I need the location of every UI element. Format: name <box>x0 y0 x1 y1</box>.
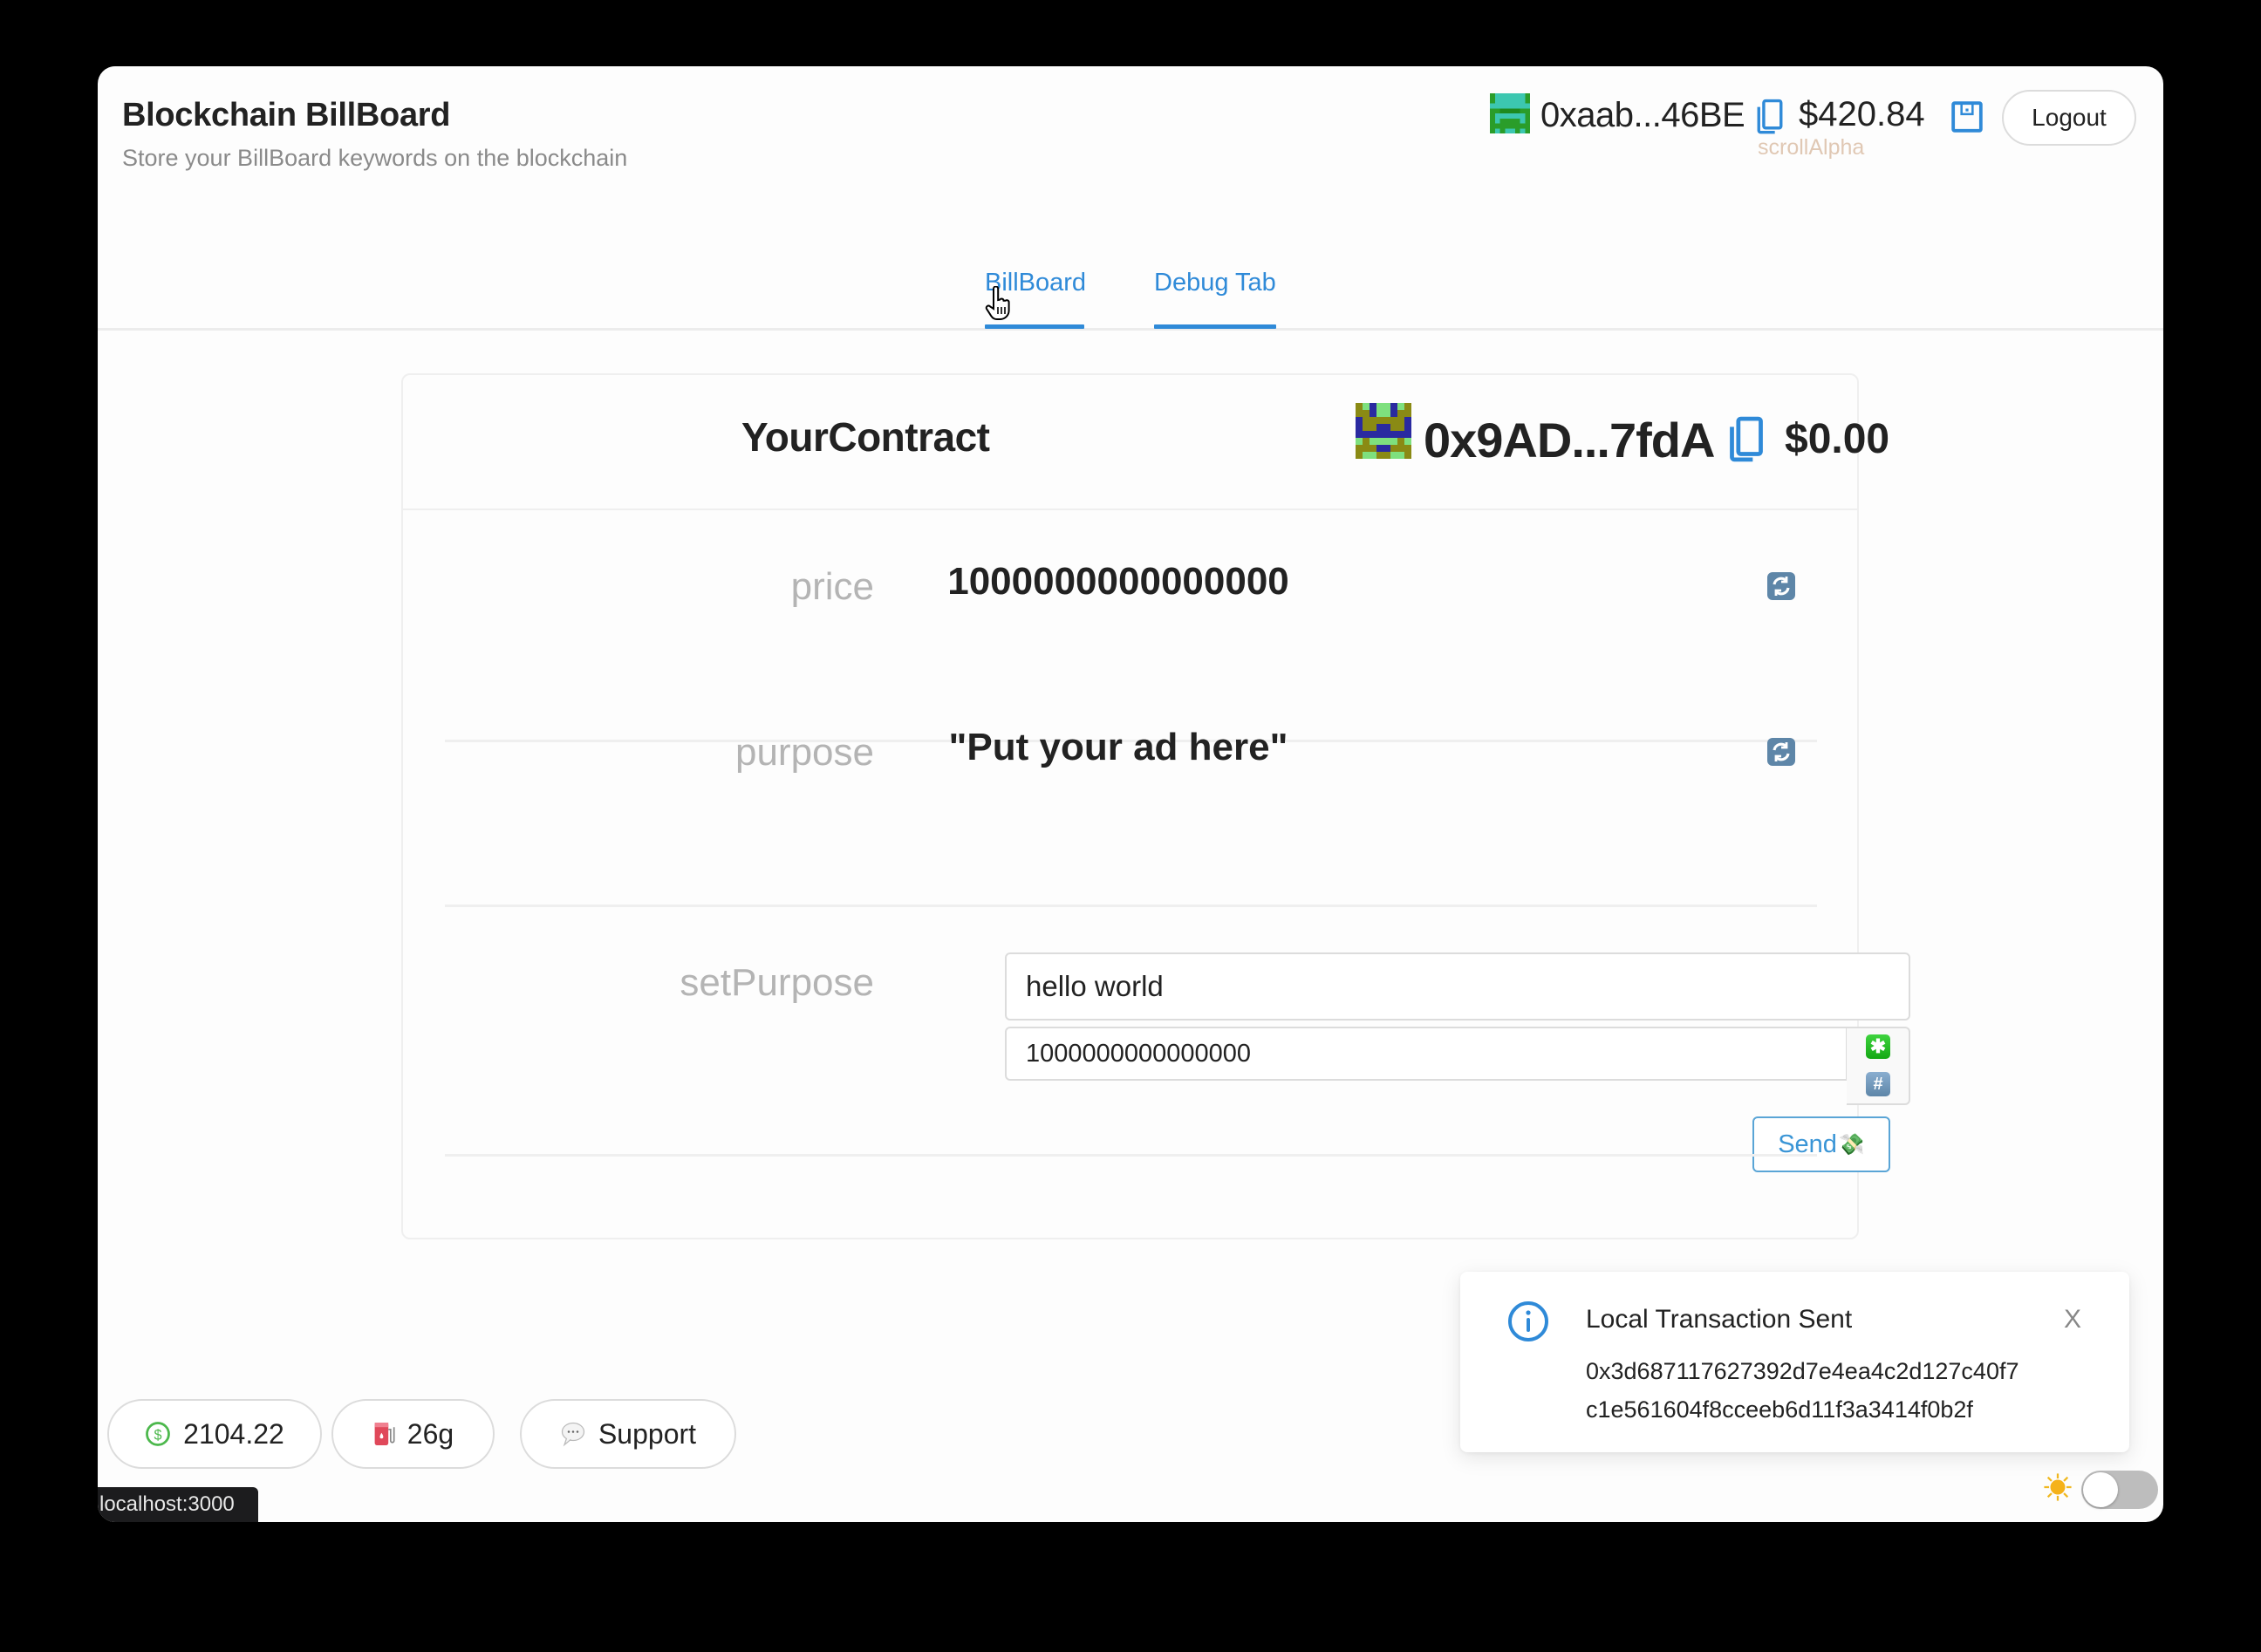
toast-tx-hash-line2: c1e561604f8cceeb6d11f3a3414f0b2f <box>1586 1396 1973 1423</box>
copy-address-icon[interactable] <box>1755 98 1785 136</box>
value-input[interactable] <box>1005 1027 1848 1081</box>
transaction-toast: Local Transaction Sent 0x3d687117627392d… <box>1460 1272 2129 1452</box>
dollar-circle-icon: $ <box>146 1422 171 1446</box>
send-button[interactable]: Send 💸 <box>1752 1116 1890 1172</box>
fuel-pump-icon <box>374 1423 395 1445</box>
gas-price-pill[interactable]: 26g <box>331 1399 495 1469</box>
account-identicon <box>1490 93 1530 133</box>
tab-debug[interactable]: Debug Tab <box>1154 269 1276 297</box>
app-window: Blockchain BillBoard Store your BillBoar… <box>98 66 2163 1522</box>
toast-close-button[interactable]: X <box>2064 1305 2081 1335</box>
contract-balance: $0.00 <box>1785 416 1890 462</box>
contract-name: YourContract <box>741 414 990 460</box>
tab-debug-underline <box>1154 324 1276 329</box>
hand-cursor-icon <box>985 286 1010 320</box>
app-subtitle: Store your BillBoard keywords on the blo… <box>122 145 628 171</box>
qr-wallet-icon[interactable] <box>1950 100 1984 133</box>
field-value-purpose: "Put your ad here" <box>948 726 1288 768</box>
hex-convert-button[interactable]: # <box>1866 1072 1890 1096</box>
toast-title: Local Transaction Sent <box>1586 1305 1853 1334</box>
contract-card: YourContract 0x9AD...7fdA $0.00 price 10… <box>401 373 1910 1239</box>
support-label: Support <box>598 1417 697 1450</box>
eth-price-value: 2104.22 <box>183 1417 284 1450</box>
card-header-divider <box>403 509 1857 510</box>
svg-text:$: $ <box>154 1427 162 1443</box>
account-address: 0xaab...46BE <box>1540 96 1745 134</box>
status-url-tooltip: localhost:3000 <box>98 1487 258 1522</box>
eth-price-pill[interactable]: $ 2104.22 <box>107 1399 322 1469</box>
row-divider <box>445 905 1817 907</box>
toast-tx-hash: 0x3d687117627392d7e4ea4c2d127c40f7 c1e56… <box>1586 1352 2109 1429</box>
sun-icon <box>2044 1473 2072 1501</box>
field-label-setpurpose: setPurpose <box>680 961 874 1004</box>
copy-contract-address-icon[interactable] <box>1727 415 1766 464</box>
support-button[interactable]: Support <box>520 1399 736 1469</box>
info-icon <box>1508 1301 1548 1341</box>
account-balance: $420.84 <box>1799 95 1925 133</box>
contract-address: 0x9AD...7fdA <box>1424 413 1715 468</box>
speech-bubble-icon <box>561 1422 585 1447</box>
gas-price-value: 26g <box>406 1417 454 1450</box>
value-input-addon: ✱ # <box>1847 1027 1910 1105</box>
dark-mode-toggle[interactable] <box>2081 1471 2158 1509</box>
row-divider <box>445 1154 1817 1157</box>
multiply-wei-button[interactable]: ✱ <box>1866 1034 1890 1059</box>
money-wings-icon: 💸 <box>1838 1132 1865 1157</box>
tab-billboard-underline <box>985 324 1084 329</box>
network-name: scrollAlpha <box>1758 135 1865 160</box>
logout-button[interactable]: Logout <box>2002 90 2136 146</box>
tab-bar-divider <box>98 328 2163 331</box>
refresh-price-icon[interactable] <box>1767 572 1795 600</box>
toggle-knob <box>2083 1472 2118 1507</box>
field-value-price: 1000000000000000 <box>947 560 1289 603</box>
contract-identicon <box>1356 403 1411 459</box>
purpose-input[interactable] <box>1005 952 1910 1021</box>
app-title: Blockchain BillBoard <box>122 97 451 133</box>
toast-tx-hash-line1: 0x3d687117627392d7e4ea4c2d127c40f7 <box>1586 1358 2019 1384</box>
refresh-purpose-icon[interactable] <box>1767 738 1795 766</box>
